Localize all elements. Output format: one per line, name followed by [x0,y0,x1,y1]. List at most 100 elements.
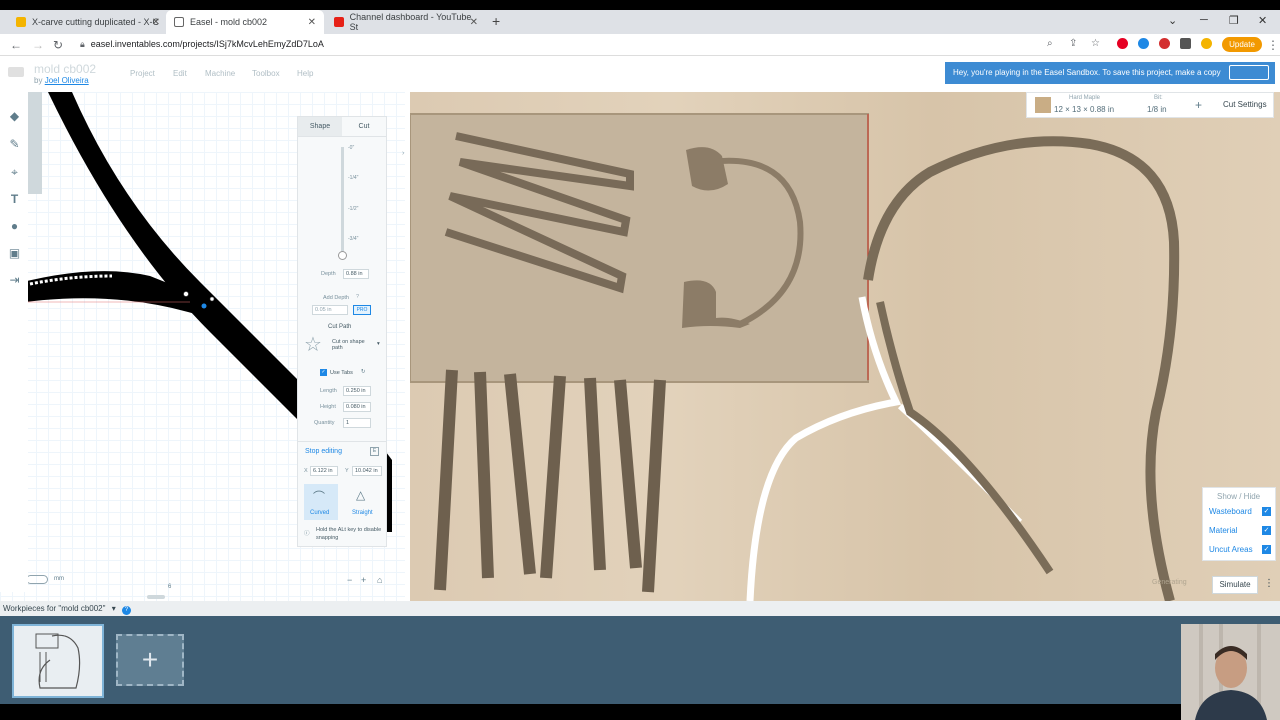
zoom-icon[interactable]: ⌕ [1047,38,1053,49]
refresh-icon[interactable]: ↻ [361,369,366,375]
browser-tab-youtube[interactable]: Channel dashboard - YouTube St ✕ [326,10,486,34]
workpiece-thumbnail[interactable] [12,624,104,698]
quantity-input[interactable]: 1 [343,418,371,428]
sandbox-banner[interactable]: Hey, you're playing in the Easel Sandbox… [945,62,1275,84]
close-tab-icon[interactable]: ✕ [470,17,478,28]
collapse-panel-icon[interactable]: › [402,150,404,157]
icons-icon[interactable]: ● [8,220,21,233]
new-tab-icon[interactable]: + [492,13,500,29]
apps-icon[interactable]: ▣ [8,247,21,260]
home-view-icon[interactable]: ⌂ [377,575,382,585]
browser-tab-xcarve[interactable]: X-carve cutting duplicated - X-C ✕ [8,10,168,34]
stop-editing-button[interactable]: Stop editing [305,448,342,455]
url-field[interactable]: 🔒︎ easel.inventables.com/projects/ISj7kMc… [80,39,324,50]
forward-icon[interactable]: → [32,38,44,52]
shapes-icon[interactable]: ◆ [8,110,21,123]
length-label: Length [320,388,337,394]
extension-icon[interactable] [1138,38,1149,49]
minimize-icon[interactable]: ─ [1200,14,1208,26]
zoom-out-icon[interactable]: − [347,575,352,585]
extension-icon[interactable] [1201,38,1212,49]
update-button[interactable]: Update [1222,37,1262,52]
window-close-icon[interactable]: ✕ [1258,14,1267,27]
depth-tick: -1/4" [348,175,359,181]
uncut-areas-checkbox[interactable]: ✓ [1262,545,1271,554]
unit-toggle[interactable] [26,575,48,584]
puzzle-extension-icon[interactable] [1180,38,1191,49]
tab-cut[interactable]: Cut [342,117,386,136]
cut-path-select[interactable]: Cut on shape path [332,339,372,351]
bookmark-star-icon[interactable]: ☆ [1091,38,1100,49]
project-title[interactable]: mold cb002 [34,62,96,76]
cut-settings-button[interactable]: Cut Settings [1223,100,1267,109]
use-tabs-checkbox[interactable]: ✓ [320,369,327,376]
add-workpiece-button[interactable]: + [116,634,184,686]
pinterest-extension-icon[interactable] [1117,38,1128,49]
depth-slider-handle[interactable] [338,251,347,260]
add-material-icon[interactable]: + [1195,98,1202,112]
material-info-bar[interactable]: Hard Maple 12 × 13 × 0.88 in Bit: 1/8 in… [1026,92,1274,118]
height-input[interactable]: 0.080 in [343,402,371,412]
reload-icon[interactable]: ↻ [53,38,63,52]
menu-project[interactable]: Project [130,69,155,78]
close-tab-icon[interactable]: ✕ [152,17,160,28]
depth-slider[interactable] [341,147,344,257]
edit-node[interactable] [209,296,215,302]
edit-node[interactable] [183,291,189,297]
workpieces-label: Workpieces for "mold cb002" [3,604,106,613]
y-coordinate-input[interactable]: 10.042 in [352,466,382,476]
pen-icon[interactable]: ✎ [8,138,21,151]
edit-node[interactable] [201,303,207,309]
3d-preview[interactable]: Generating [410,92,1280,601]
easel-favicon-icon [174,17,184,27]
copy-project-icon[interactable] [1229,65,1269,80]
extension-icon[interactable] [1159,38,1170,49]
maximize-icon[interactable]: ❐ [1229,14,1239,27]
text-icon[interactable]: T [8,193,21,206]
generating-status: Generating [1152,579,1187,586]
tab-search-icon[interactable]: ⌄ [1168,14,1177,27]
material-checkbox[interactable]: ✓ [1262,526,1271,535]
horizontal-scrollbar[interactable] [147,595,165,599]
zoom-in-icon[interactable]: + [361,575,366,585]
target-icon[interactable]: ⌖ [8,166,21,179]
length-input[interactable]: 0.250 in [343,386,371,396]
x-coordinate-input[interactable]: 6.122 in [310,466,338,476]
help-icon[interactable]: ? [356,294,359,300]
tab-shape[interactable]: Shape [298,117,342,136]
star-shape-icon: ☆ [304,334,322,356]
import-icon[interactable]: ⇥ [8,274,21,287]
share-icon[interactable]: ⇪ [1069,38,1077,49]
help-icon[interactable]: ? [121,606,131,615]
more-options-icon[interactable]: ⋮ [1264,578,1274,589]
chevron-down-icon[interactable]: ▾ [112,604,116,613]
wasteboard-checkbox[interactable]: ✓ [1262,507,1271,516]
author-link[interactable]: Joel Oliveira [45,76,89,85]
workpiece-tray: + [0,616,1280,704]
close-tab-icon[interactable]: ✕ [308,17,316,28]
browser-tab-bar: X-carve cutting duplicated - X-C ✕ Easel… [0,10,1280,34]
menu-help[interactable]: Help [297,69,313,78]
straight-point-button[interactable]: △ Straight [346,484,380,520]
shape-black-band [48,92,300,422]
pro-badge[interactable]: PRO [353,305,371,315]
easel-logo[interactable] [8,67,24,77]
depth-tick: -3/4" [348,236,359,242]
add-depth-select[interactable]: 0.05 in [312,305,348,315]
menu-machine[interactable]: Machine [205,69,235,78]
vertical-scrollbar[interactable] [28,92,42,194]
zigzag-groove [434,369,666,593]
depth-input[interactable]: 0.88 in [343,269,369,279]
browser-menu-icon[interactable]: ⋮ [1267,38,1279,52]
menu-edit[interactable]: Edit [173,69,187,78]
uncut-areas-label: Uncut Areas [1209,545,1253,554]
forum-favicon-icon [16,17,26,27]
curved-point-button[interactable]: ⌒ Curved [304,484,338,520]
back-icon[interactable]: ← [10,38,22,52]
simulate-button[interactable]: Simulate [1212,576,1258,594]
keyboard-shortcut-icon[interactable]: E [370,447,379,456]
browser-tab-easel[interactable]: Easel - mold cb002 ✕ [166,10,324,34]
chevron-down-icon[interactable]: ▾ [377,341,380,347]
menu-toolbox[interactable]: Toolbox [252,69,280,78]
tab-title: Channel dashboard - YouTube St [349,12,472,32]
